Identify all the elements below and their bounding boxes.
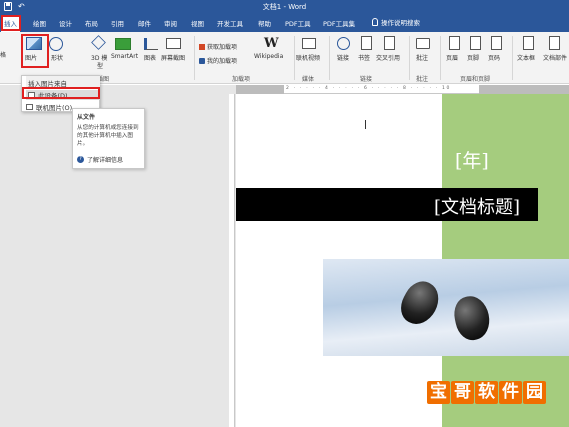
document-title-placeholder[interactable]: [文档标题] [434,193,520,219]
watermark-char: 宝 [427,381,450,404]
quick-parts-icon[interactable] [549,36,560,50]
quick-parts-button[interactable]: 文档部件 [543,53,567,62]
get-addins-button[interactable]: 获取加载项 [207,42,237,51]
ribbon-separator [294,36,295,80]
store-icon [199,44,205,50]
ruler-ticks: 2 · · · · · 4 · · · · · 6 · · · · · 8 · … [286,86,452,91]
ruler-margin-left [236,85,284,94]
ribbon-separator [329,36,330,80]
online-video-button[interactable]: 联机视频 [296,53,320,62]
tab-view[interactable]: 视图 [191,18,204,28]
tab-design[interactable]: 设计 [59,18,72,28]
vertical-ruler [229,94,235,427]
watermark-char: 园 [523,381,546,404]
watermark-char: 软 [475,381,498,404]
footer-icon[interactable] [470,36,481,50]
cross-reference-button[interactable]: 交叉引用 [376,53,400,62]
tab-pdf-toolset[interactable]: PDF工具集 [323,18,355,28]
dropdown-header: 插入图片来自 [26,76,100,88]
online-pictures-icon [26,104,33,110]
cross-reference-icon[interactable] [384,36,395,50]
watermark-char: 哥 [451,381,474,404]
window-title: 文档1 - Word [262,3,307,11]
this-device-highlight [22,87,100,99]
pictures-button-highlight [21,34,49,68]
link-button[interactable]: 链接 [337,53,349,62]
ruler-margin-right [479,85,569,94]
bookmark-button[interactable]: 书签 [358,53,370,62]
textbox-icon[interactable] [523,36,534,50]
wikipedia-button[interactable]: Wikipedia [254,53,283,60]
tab-help[interactable]: 帮助 [258,18,271,28]
tab-references[interactable]: 引用 [111,18,124,28]
group-links: 链接 [360,76,373,83]
wikipedia-icon[interactable]: W [264,36,279,51]
link-icon[interactable] [337,37,350,50]
this-device-tooltip: 从文件 从您的计算机或您连接到的其他计算机中插入图片。 ? 了解详细信息 [72,108,145,169]
footer-button[interactable]: 页脚 [467,53,479,62]
title-bar: ↶ 文档1 - Word [0,0,569,15]
smartart-icon[interactable] [115,38,131,50]
insert-tab-highlight [1,15,21,31]
chart-icon[interactable] [144,38,158,50]
ribbon-cut-label: 格 [0,52,7,59]
site-watermark: 宝 哥 软 件 园 [427,381,546,404]
earbud-left [394,275,446,331]
tell-me-label: 操作说明搜索 [381,19,420,27]
ribbon-separator [409,36,410,80]
ribbon-separator [512,36,513,80]
earbud-right [450,292,494,344]
year-placeholder[interactable]: [年] [455,146,489,173]
page-number-button[interactable]: 页码 [488,53,500,62]
my-addins-button[interactable]: 我的加载项 [207,56,237,65]
tab-mailings[interactable]: 邮件 [138,18,151,28]
tab-pdf-tools[interactable]: PDF工具 [285,18,311,28]
comment-icon[interactable] [416,38,430,49]
3d-model-icon[interactable] [91,35,106,50]
ribbon-separator [194,36,195,80]
lightbulb-icon [372,18,378,26]
page-number-icon[interactable] [491,36,502,50]
header-button[interactable]: 页眉 [446,53,458,62]
ribbon-separator [440,36,441,80]
shapes-icon[interactable] [49,37,63,51]
chart-button[interactable]: 图表 [144,53,156,62]
horizontal-ruler: 2 · · · · · 4 · · · · · 6 · · · · · 8 · … [236,85,569,94]
online-pictures-menu-item[interactable]: 联机图片(O)... [26,102,78,112]
tooltip-body: 从您的计算机或您连接到的其他计算机中插入图片。 [77,125,139,147]
screenshot-icon[interactable] [166,38,181,49]
learn-more-label: 了解详细信息 [87,157,124,164]
group-header-footer: 页眉和页脚 [460,76,491,83]
smartart-button[interactable]: SmartArt [111,53,138,60]
shapes-button[interactable]: 形状 [51,53,63,62]
tab-review[interactable]: 审阅 [164,18,177,28]
textbox-button[interactable]: 文本框 [517,53,535,62]
screenshot-button[interactable]: 屏幕截图 [161,53,185,62]
3d-models-button-line2: 型 [97,63,104,70]
tab-developer[interactable]: 开发工具 [217,18,243,28]
watermark-char: 件 [499,381,522,404]
my-addins-icon [199,58,205,64]
tab-draw[interactable]: 绘图 [33,18,46,28]
help-icon: ? [77,156,84,163]
tooltip-title: 从文件 [77,114,96,121]
group-media: 媒体 [302,76,315,83]
header-icon[interactable] [449,36,460,50]
group-addins: 加载项 [232,76,251,83]
tab-layout[interactable]: 布局 [85,18,98,28]
group-comments: 批注 [416,76,429,83]
online-video-icon[interactable] [302,38,316,49]
comment-button[interactable]: 批注 [416,53,428,62]
text-cursor [365,120,366,129]
bookmark-icon[interactable] [361,36,372,50]
learn-more-link[interactable]: ? 了解详细信息 [77,155,123,164]
tell-me-search[interactable]: 操作说明搜索 [372,17,420,27]
cover-photo[interactable] [323,259,569,356]
ribbon-tabs: 插入 绘图 设计 布局 引用 邮件 审阅 视图 开发工具 帮助 PDF工具 PD… [0,15,569,32]
